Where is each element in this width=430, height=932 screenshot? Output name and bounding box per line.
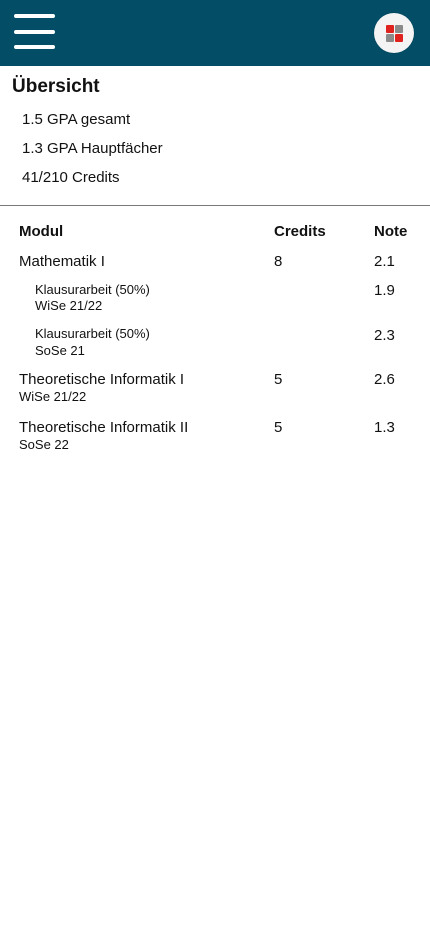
menu-line xyxy=(14,14,55,18)
app-bar xyxy=(0,0,430,66)
overview-title: Übersicht xyxy=(12,76,100,97)
column-header-credits: Credits xyxy=(274,223,326,240)
module-credits: 8 xyxy=(274,253,283,270)
section-divider xyxy=(0,205,430,206)
module-name[interactable]: Mathematik I xyxy=(19,253,105,270)
module-name[interactable]: Theoretische Informatik II xyxy=(19,419,188,436)
column-header-module: Modul xyxy=(19,223,64,240)
apps-grid-icon[interactable] xyxy=(374,13,414,53)
apps-square xyxy=(386,25,394,33)
module-grade: 2.6 xyxy=(374,371,395,388)
column-header-grade: Note xyxy=(374,223,408,240)
assessment-grade: 1.9 xyxy=(374,282,395,299)
assessment-name: Klausurarbeit (50%) xyxy=(35,326,150,341)
module-grade: 1.3 xyxy=(374,419,395,436)
module-name[interactable]: Theoretische Informatik I xyxy=(19,371,184,388)
module-semester: SoSe 22 xyxy=(19,437,69,452)
gpa-total: 1.5 GPA gesamt xyxy=(22,111,131,128)
module-semester: WiSe 21/22 xyxy=(19,389,87,404)
assessment-name: Klausurarbeit (50%) xyxy=(35,282,150,297)
credits-total: 41/210 Credits xyxy=(22,169,120,186)
hamburger-menu-icon[interactable] xyxy=(14,14,56,50)
module-credits: 5 xyxy=(274,419,283,436)
assessment-semester: WiSe 21/22 xyxy=(35,298,103,313)
apps-square xyxy=(386,34,394,42)
gpa-main-subjects: 1.3 GPA Hauptfächer xyxy=(22,140,163,157)
menu-line xyxy=(14,45,55,49)
assessment-grade: 2.3 xyxy=(374,327,395,344)
apps-square xyxy=(395,25,403,33)
module-credits: 5 xyxy=(274,371,283,388)
assessment-semester: SoSe 21 xyxy=(35,343,85,358)
menu-line xyxy=(14,30,55,34)
module-grade: 2.1 xyxy=(374,253,395,270)
apps-square xyxy=(395,34,403,42)
